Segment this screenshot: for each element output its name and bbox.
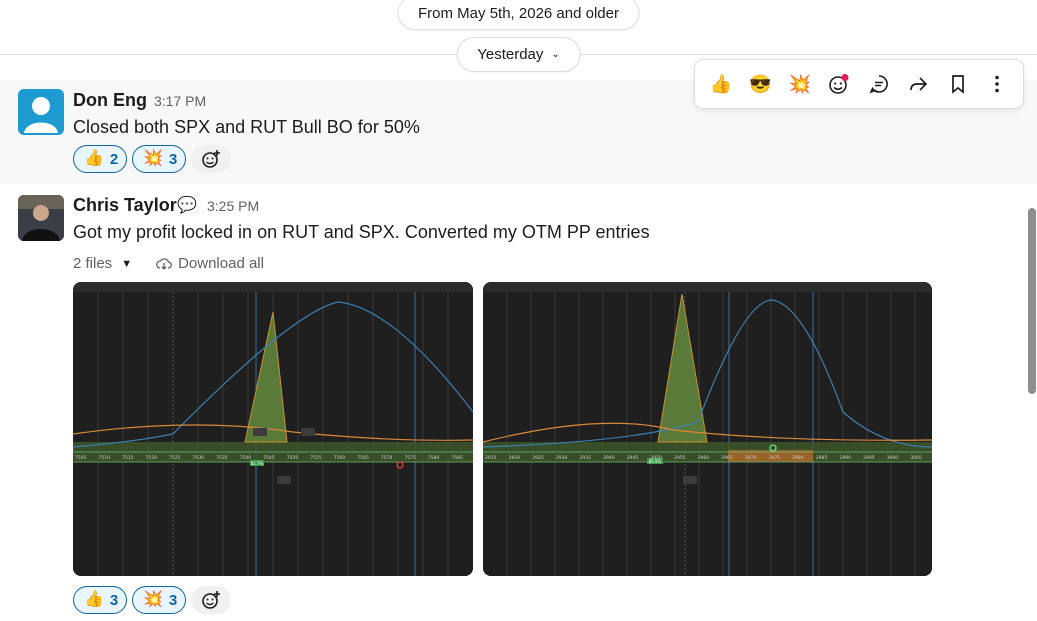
default-avatar-icon — [24, 97, 58, 133]
sender-name[interactable]: Don Eng — [73, 90, 147, 111]
collision-icon[interactable]: 💥 — [785, 69, 815, 99]
options-chart-screenshot: 81.7% 7505 7510 7515 7520 7525 7530 7535 7540 75… — [73, 282, 473, 576]
strike-tick-label: 7555 — [310, 455, 322, 461]
strike-tick-label: 3005 — [910, 455, 922, 461]
bookmark-icon[interactable] — [943, 69, 973, 99]
files-count-label[interactable]: 2 files — [73, 255, 112, 272]
sender-name[interactable]: Chris Taylor — [73, 195, 177, 216]
timestamp[interactable]: 3:17 PM — [154, 93, 206, 109]
strike-tick-label: 2985 — [816, 455, 828, 461]
strike-tick-label: 7580 — [428, 455, 440, 461]
strike-tick-label: 3000 — [887, 455, 899, 461]
strike-tick-label: 7565 — [357, 455, 369, 461]
strike-tick-label: 2960 — [698, 455, 710, 461]
strike-tick-label: 2975 — [769, 455, 781, 461]
reaction-collision[interactable]: 💥 3 — [132, 145, 186, 173]
strike-tick-label: 2945 — [627, 455, 639, 461]
collision-icon: 💥 — [143, 591, 163, 608]
strike-tick-label: 7530 — [193, 455, 205, 461]
strike-tick-label: 2980 — [792, 455, 804, 461]
date-divider-older[interactable]: From May 5th, 2026 and older — [397, 0, 640, 30]
attachments-header: 2 files ▼ Download all — [73, 255, 264, 272]
add-reaction-icon[interactable] — [824, 69, 854, 99]
caret-down-icon[interactable]: ▼ — [121, 258, 132, 270]
strike-tick-label: 7545 — [263, 455, 275, 461]
reaction-collision[interactable]: 💥 3 — [132, 586, 186, 614]
strike-tick-label: 2970 — [745, 455, 757, 461]
strike-tick-label: 7520 — [146, 455, 158, 461]
status-speech-icon: 💬 — [177, 197, 197, 214]
timestamp[interactable]: 3:25 PM — [207, 198, 259, 214]
reaction-count: 3 — [168, 150, 178, 168]
strike-tick-label: 7550 — [287, 455, 299, 461]
message-actions-toolbar: 👍 😎 💥 — [694, 59, 1024, 109]
strike-tick-label: 2920 — [509, 455, 521, 461]
cloud-download-icon — [156, 257, 172, 270]
options-chart-screenshot: 80.9% 2915 2920 2925 2930 2935 2940 2945 2950 29… — [483, 282, 932, 576]
probability-badge: 81.7% — [251, 461, 264, 466]
forward-icon[interactable] — [903, 69, 933, 99]
strike-tick-label: 7575 — [404, 455, 416, 461]
image-attachment-1[interactable]: 81.7% 7505 7510 7515 7520 7525 7530 7535 7540 75… — [73, 282, 473, 576]
date-divider-yesterday[interactable]: Yesterday ⌄ — [456, 37, 581, 72]
strike-tick-label: 2925 — [532, 455, 544, 461]
thumbs-up-icon: 👍 — [84, 150, 104, 167]
strike-tick-label: 7585 — [452, 455, 464, 461]
chevron-down-icon: ⌄ — [551, 49, 560, 60]
avatar[interactable] — [18, 195, 64, 241]
reaction-count: 3 — [168, 591, 178, 609]
strike-tick-label: 2995 — [863, 455, 875, 461]
avatar[interactable] — [18, 89, 64, 135]
download-all-button[interactable]: Download all — [156, 255, 264, 272]
strike-tick-label: 2930 — [556, 455, 568, 461]
strike-tick-label: 7505 — [75, 455, 87, 461]
scrollbar[interactable] — [1028, 208, 1036, 394]
strike-tick-label: 7510 — [99, 455, 111, 461]
strike-tick-label: 2935 — [580, 455, 592, 461]
reaction-thumbs-up[interactable]: 👍 2 — [73, 145, 127, 173]
message-text: Got my profit locked in on RUT and SPX. … — [73, 222, 650, 242]
reaction-count: 2 — [109, 150, 119, 168]
user-photo — [18, 195, 64, 241]
sunglasses-face-icon[interactable]: 😎 — [745, 69, 775, 99]
strike-tick-label: 2915 — [485, 455, 497, 461]
strike-tick-label: 2940 — [603, 455, 615, 461]
strike-tick-label: 7515 — [122, 455, 134, 461]
more-actions-icon[interactable] — [982, 69, 1012, 99]
strike-tick-label: 2950 — [650, 455, 662, 461]
strike-tick-label: 7560 — [334, 455, 346, 461]
strike-tick-label: 7540 — [240, 455, 252, 461]
download-all-label: Download all — [178, 255, 264, 272]
reaction-count: 3 — [109, 591, 119, 609]
add-reaction-icon — [202, 150, 220, 168]
strike-tick-label: 7525 — [169, 455, 181, 461]
reaction-thumbs-up[interactable]: 👍 3 — [73, 586, 127, 614]
add-reaction-button[interactable] — [191, 145, 231, 173]
reply-thread-icon[interactable] — [864, 69, 894, 99]
strike-tick-label: 7570 — [381, 455, 393, 461]
strike-tick-label: 2955 — [674, 455, 686, 461]
add-reaction-button[interactable] — [191, 586, 231, 614]
add-reaction-icon — [202, 591, 220, 609]
date-divider-label: From May 5th, 2026 and older — [418, 4, 619, 22]
strike-tick-label: 2990 — [840, 455, 852, 461]
image-attachment-2[interactable]: 80.9% 2915 2920 2925 2930 2935 2940 2945 2950 29… — [483, 282, 932, 576]
thumbs-up-icon: 👍 — [84, 591, 104, 608]
strike-tick-label: 7535 — [216, 455, 228, 461]
date-divider-label: Yesterday — [477, 46, 544, 63]
thumbs-up-icon[interactable]: 👍 — [706, 69, 736, 99]
collision-icon: 💥 — [143, 150, 163, 167]
strike-tick-label: 2965 — [721, 455, 733, 461]
message-text: Closed both SPX and RUT Bull BO for 50% — [73, 117, 420, 137]
